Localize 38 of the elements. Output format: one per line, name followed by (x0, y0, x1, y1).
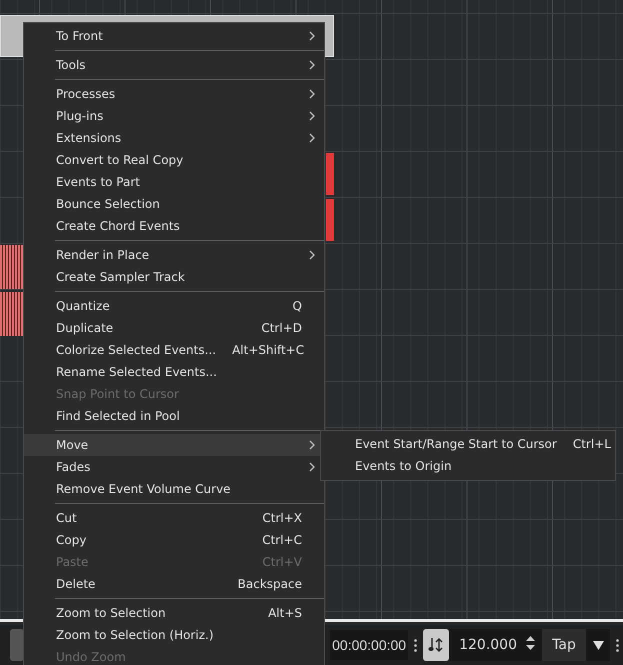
menu-item[interactable]: Processes (24, 83, 324, 105)
tap-button[interactable]: Tap (542, 629, 586, 661)
menu-item[interactable]: Create Sampler Track (24, 266, 324, 288)
menu-item[interactable]: Zoom to Selection (Horiz.) (24, 624, 324, 646)
menu-item[interactable]: Rename Selected Events... (24, 361, 324, 383)
audio-event (326, 153, 334, 195)
menu-item[interactable]: Event Start/Range Start to Cursor Ctrl+L (321, 433, 615, 455)
menu-item[interactable]: Cut Ctrl+X (24, 507, 324, 529)
menu-item[interactable]: Bounce Selection (24, 193, 324, 215)
menu-item[interactable]: Find Selected in Pool (24, 405, 324, 427)
menu-item[interactable]: Fades (24, 456, 324, 478)
audio-event (326, 199, 334, 241)
dropdown-button[interactable] (586, 629, 610, 661)
menu-item[interactable]: Render in Place (24, 244, 324, 266)
menu-item[interactable]: Remove Event Volume Curve (24, 478, 324, 500)
menu-item[interactable]: Events to Origin (321, 455, 615, 477)
menu-item[interactable]: Colorize Selected Events... Alt+Shift+C (24, 339, 324, 361)
tempo-field[interactable]: 120.000 (449, 629, 542, 661)
menu-item[interactable]: Tools (24, 54, 324, 76)
waveform-event (0, 292, 23, 336)
tempo-icon (428, 636, 444, 654)
menu-item[interactable]: To Front (24, 25, 324, 47)
menu-item[interactable]: Duplicate Ctrl+D (24, 317, 324, 339)
menu-item[interactable]: Delete Backspace (24, 573, 324, 595)
tempo-track-button[interactable] (423, 629, 450, 661)
time-display: 00:00:00:00 (330, 630, 408, 660)
waveform-event (0, 245, 23, 289)
menu-item[interactable]: Copy Ctrl+C (24, 529, 324, 551)
menu-item[interactable]: Events to Part (24, 171, 324, 193)
menu-item[interactable]: Plug-ins (24, 105, 324, 127)
menu-item[interactable]: Quantize Q (24, 295, 324, 317)
menu-item[interactable]: Zoom to Selection Alt+S (24, 602, 324, 624)
more-icon[interactable] (616, 638, 619, 652)
menu-item[interactable]: Create Chord Events (24, 215, 324, 237)
caret-icon (592, 640, 604, 650)
more-icon[interactable] (414, 638, 418, 652)
menu-item[interactable]: Convert to Real Copy (24, 149, 324, 171)
menu-item[interactable]: Extensions (24, 127, 324, 149)
